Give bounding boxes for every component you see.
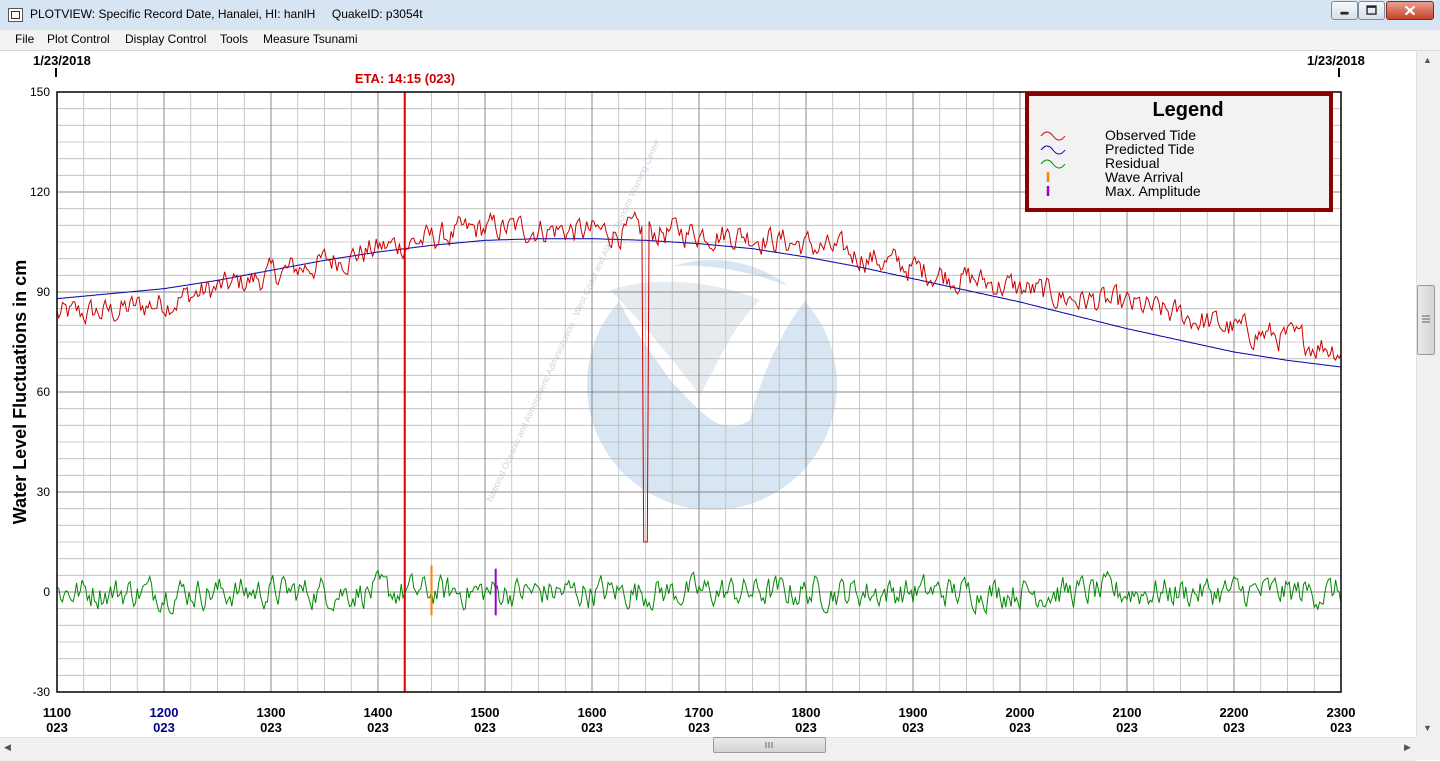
x-tick-time: 2100 bbox=[1113, 705, 1142, 720]
vertical-scroll-thumb[interactable] bbox=[1417, 285, 1435, 355]
x-tick-day: 023 bbox=[260, 720, 282, 735]
y-tick-label: 60 bbox=[37, 385, 51, 399]
horizontal-scrollbar[interactable]: ◀ ▶ bbox=[0, 737, 1416, 761]
menu-plot-control[interactable]: Plot Control bbox=[47, 32, 110, 46]
y-axis-label: Water Level Fluctuations in cm bbox=[10, 260, 30, 524]
y-tick-label: 30 bbox=[37, 485, 51, 499]
menu-measure-tsunami[interactable]: Measure Tsunami bbox=[263, 32, 358, 46]
x-tick-day: 023 bbox=[1223, 720, 1245, 735]
x-tick-day: 023 bbox=[46, 720, 68, 735]
x-tick-day: 023 bbox=[1330, 720, 1352, 735]
y-tick-label: 0 bbox=[43, 585, 50, 599]
maximize-icon bbox=[1366, 5, 1377, 15]
x-tick-day: 023 bbox=[688, 720, 710, 735]
x-tick-time: 1200 bbox=[150, 705, 179, 720]
noaa-watermark: National Oceanic and Atmospheric Adminis… bbox=[484, 137, 837, 510]
close-icon bbox=[1404, 5, 1416, 16]
x-tick-time: 1700 bbox=[685, 705, 714, 720]
x-tick-time: 1900 bbox=[899, 705, 928, 720]
scroll-right-icon[interactable]: ▶ bbox=[1404, 742, 1411, 753]
x-tick-time: 1800 bbox=[792, 705, 821, 720]
y-tick-label: 120 bbox=[30, 185, 50, 199]
x-tick-time: 1600 bbox=[578, 705, 607, 720]
eta-label: ETA: 14:15 (023) bbox=[355, 71, 455, 86]
x-tick-day: 023 bbox=[581, 720, 603, 735]
title-bar: PLOTVIEW: Specific Record Date, Hanalei,… bbox=[0, 0, 1440, 31]
y-tick-label: -30 bbox=[33, 685, 51, 699]
x-tick-time: 2200 bbox=[1220, 705, 1249, 720]
horizontal-scroll-thumb[interactable] bbox=[713, 737, 826, 753]
legend: Legend Observed TidePredicted TideResidu… bbox=[1025, 92, 1333, 212]
x-tick-time: 1400 bbox=[364, 705, 393, 720]
scroll-up-icon[interactable]: ▲ bbox=[1423, 55, 1432, 65]
window-app-icon[interactable] bbox=[8, 8, 23, 22]
x-tick-time: 2000 bbox=[1006, 705, 1035, 720]
x-tick-day: 023 bbox=[1116, 720, 1138, 735]
x-tick-day: 023 bbox=[902, 720, 924, 735]
plot-area[interactable]: National Oceanic and Atmospheric Adminis… bbox=[0, 51, 1416, 737]
scroll-corner bbox=[1416, 737, 1440, 760]
x-tick-day: 023 bbox=[474, 720, 496, 735]
menu-tools[interactable]: Tools bbox=[220, 32, 248, 46]
y-tick-label: 90 bbox=[37, 285, 51, 299]
minimize-icon bbox=[1340, 11, 1349, 15]
menu-file[interactable]: File bbox=[15, 32, 34, 46]
date-left-label: 1/23/2018 bbox=[33, 53, 91, 68]
x-axis-ticks: 1100023120002313000231400023150002316000… bbox=[43, 705, 1356, 735]
x-tick-day: 023 bbox=[795, 720, 817, 735]
minimize-button[interactable] bbox=[1331, 1, 1358, 20]
x-tick-day: 023 bbox=[1009, 720, 1031, 735]
x-tick-time: 1300 bbox=[257, 705, 286, 720]
x-tick-time: 1500 bbox=[471, 705, 500, 720]
grip-icon-h bbox=[765, 742, 773, 748]
scroll-left-icon[interactable]: ◀ bbox=[4, 742, 11, 753]
x-tick-day: 023 bbox=[367, 720, 389, 735]
x-tick-time: 1100 bbox=[43, 705, 71, 720]
legend-title: Legend bbox=[1152, 99, 1223, 121]
menu-display-control[interactable]: Display Control bbox=[125, 32, 206, 46]
grip-icon bbox=[1422, 315, 1430, 323]
date-right-label: 1/23/2018 bbox=[1307, 53, 1365, 68]
vertical-scrollbar[interactable]: ▲ ▼ bbox=[1416, 51, 1440, 737]
y-tick-label: 150 bbox=[30, 85, 50, 99]
x-tick-day: 023 bbox=[153, 720, 175, 735]
y-axis-ticks: 150 120 90 60 30 0 -30 bbox=[30, 85, 50, 699]
scroll-down-icon[interactable]: ▼ bbox=[1423, 723, 1432, 733]
tide-chart[interactable]: National Oceanic and Atmospheric Adminis… bbox=[0, 51, 1416, 737]
x-tick-time: 2300 bbox=[1327, 705, 1356, 720]
legend-entry-label: Max. Amplitude bbox=[1105, 183, 1201, 199]
window-title: PLOTVIEW: Specific Record Date, Hanalei,… bbox=[30, 7, 423, 21]
menu-bar: File Plot Control Display Control Tools … bbox=[0, 30, 1440, 51]
close-button[interactable] bbox=[1386, 1, 1434, 20]
maximize-button[interactable] bbox=[1358, 1, 1385, 20]
